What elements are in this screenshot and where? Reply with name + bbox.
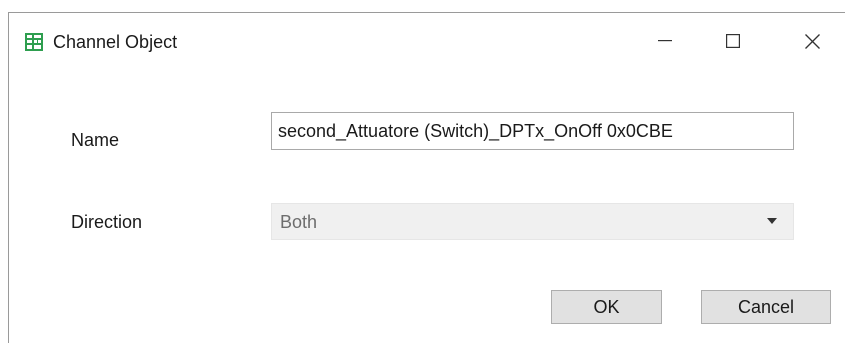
name-input[interactable]: [271, 112, 794, 150]
direction-label: Direction: [71, 212, 143, 232]
close-button[interactable]: [789, 21, 835, 61]
window-title: Channel Object: [53, 32, 178, 52]
ok-button[interactable]: OK: [551, 290, 662, 324]
title-bar[interactable]: Channel Object: [9, 13, 845, 71]
close-icon: [804, 33, 820, 49]
minimize-icon: [658, 40, 672, 42]
chevron-down-icon: [767, 218, 777, 224]
minimize-button[interactable]: [642, 21, 688, 61]
grid-app-icon: [25, 33, 43, 51]
cancel-button[interactable]: Cancel: [701, 290, 831, 324]
direction-select[interactable]: Both: [271, 203, 794, 240]
direction-selected-value: Both: [280, 212, 318, 232]
dialog-window: Channel Object Name Direction Both OK: [8, 12, 845, 343]
maximize-icon: [726, 34, 740, 48]
maximize-button[interactable]: [710, 21, 756, 61]
name-label: Name: [71, 130, 120, 150]
